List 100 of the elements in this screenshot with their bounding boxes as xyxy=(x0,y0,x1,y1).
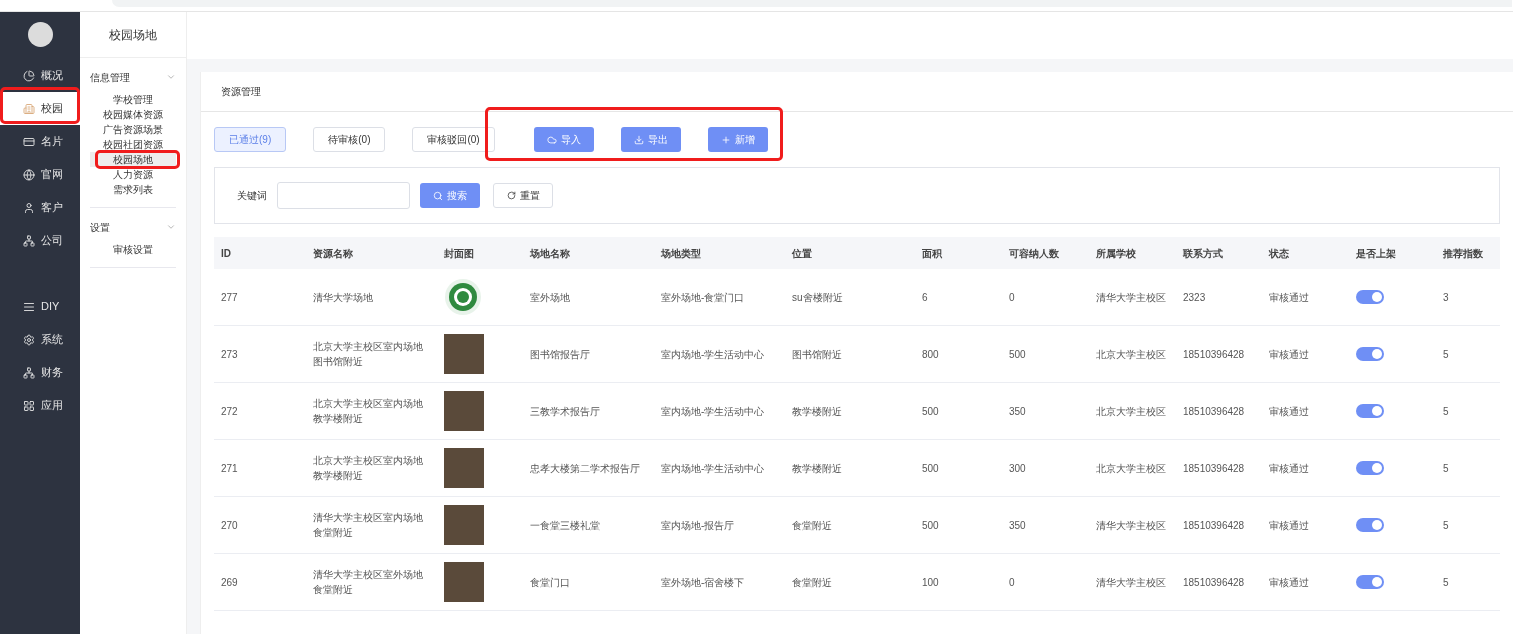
table-cell-text: 269 xyxy=(220,575,239,590)
table-cell-text: 273 xyxy=(220,347,239,362)
toggle-switch[interactable] xyxy=(1356,347,1384,361)
menu-group[interactable]: 设置 xyxy=(90,218,176,236)
toggle-switch[interactable] xyxy=(1356,404,1384,418)
panel-title: 资源管理 xyxy=(201,72,1513,112)
table-cell-text: 教学楼附近 xyxy=(791,404,843,419)
user-icon xyxy=(23,201,35,214)
nav-item[interactable]: 公司 xyxy=(0,224,80,257)
table-cell-text: 食堂门口 xyxy=(529,575,571,590)
table-cell-text: su舍楼附近 xyxy=(791,290,844,305)
table-cell-text: 图书馆报告厅 xyxy=(529,347,591,362)
table-cell-text: 图书馆附近 xyxy=(791,347,843,362)
photo-placeholder xyxy=(444,448,484,488)
table-cell-text: 忠孝大楼第二学术报告厅 xyxy=(529,461,641,476)
table-cell-text: 食堂附近 xyxy=(791,518,833,533)
table-cell-text: 277 xyxy=(220,290,239,305)
column-header: 场地名称 xyxy=(529,246,571,261)
table-cell-text: 室内场地-学生活动中心 xyxy=(660,461,766,476)
pie-chart-icon xyxy=(23,69,35,82)
globe-icon xyxy=(23,168,35,181)
refresh-icon xyxy=(506,191,516,200)
submenu-item[interactable]: 审核设置 xyxy=(90,242,176,257)
table-cell-text: 清华大学主校区 xyxy=(1095,518,1167,533)
table-cell-text: 18510396428 xyxy=(1182,347,1246,362)
status-tab[interactable]: 待审核(0) xyxy=(313,127,386,152)
nav-item[interactable]: 财务 xyxy=(0,356,80,389)
chevron-icon xyxy=(166,72,176,82)
table-cell-text: 500 xyxy=(921,518,940,533)
table-cell-text: 清华大学场地 xyxy=(312,290,374,305)
table-cell-text: 室内场地-学生活动中心 xyxy=(660,347,766,362)
column-header: 场地类型 xyxy=(660,246,702,261)
table-cell-text: 室内场地-报告厅 xyxy=(660,518,736,533)
table-cell-text: 北京大学主校区 xyxy=(1095,461,1167,476)
table-cell-text: 室外场地-食堂门口 xyxy=(660,290,746,305)
hierarchy-icon xyxy=(23,234,35,247)
reset-button[interactable]: 重置 xyxy=(493,183,553,208)
table-cell-text: 北京大学主校区 xyxy=(1095,347,1167,362)
table-cell-text: 5 xyxy=(1442,347,1450,362)
submenu-item[interactable]: 需求列表 xyxy=(90,182,176,197)
chevron-icon xyxy=(166,222,176,232)
submenu-item[interactable]: 学校管理 xyxy=(90,92,176,107)
photo-placeholder xyxy=(444,562,484,602)
nav-item[interactable]: 系统 xyxy=(0,323,80,356)
submenu-title: 校园场地 xyxy=(80,12,186,58)
hierarchy-icon xyxy=(23,366,35,379)
menu-group[interactable]: 信息管理 xyxy=(90,68,176,86)
nav-item[interactable]: 名片 xyxy=(0,125,80,158)
table-cell-text: 清华大学主校区 xyxy=(1095,290,1167,305)
building-icon xyxy=(23,102,35,115)
submenu-item[interactable]: 广告资源场景 xyxy=(90,122,176,137)
table-cell-text: 北京大学主校区 xyxy=(1095,404,1167,419)
table-cell-text: 800 xyxy=(921,347,940,362)
status-tab[interactable]: 审核驳回(0) xyxy=(412,127,495,152)
status-tab[interactable]: 已通过(9) xyxy=(214,127,287,152)
nav-item[interactable]: 客户 xyxy=(0,191,80,224)
table-cell-text: 271 xyxy=(220,461,239,476)
avatar xyxy=(27,22,53,47)
column-header: ID xyxy=(220,246,232,261)
download-icon xyxy=(633,134,644,145)
column-header: 联系方式 xyxy=(1182,246,1224,261)
table-cell-text: 5 xyxy=(1442,404,1450,419)
table-cell-text: 3 xyxy=(1442,290,1450,305)
nav-item[interactable]: DIY xyxy=(0,290,80,323)
table-cell-text: 5 xyxy=(1442,518,1450,533)
table-cell-text: 审核通过 xyxy=(1268,404,1310,419)
toggle-switch[interactable] xyxy=(1356,575,1384,589)
toggle-switch[interactable] xyxy=(1356,461,1384,475)
table-cell-text: 北京大学主校区室内场地教学楼附近 xyxy=(312,454,424,483)
keyword-field[interactable] xyxy=(277,182,410,209)
table-cell-text: 6 xyxy=(921,290,929,305)
table-cell-text: 350 xyxy=(1008,404,1027,419)
table-cell-text: 100 xyxy=(921,575,940,590)
table-cell-text: 300 xyxy=(1008,461,1027,476)
column-header: 所属学校 xyxy=(1095,246,1137,261)
column-header: 位置 xyxy=(791,246,813,261)
nav-item[interactable]: 概况 xyxy=(0,59,80,92)
nav-item[interactable]: 应用 xyxy=(0,389,80,422)
table-cell-text: 500 xyxy=(921,461,940,476)
table-cell-text: 教学楼附近 xyxy=(791,461,843,476)
column-header: 可容纳人数 xyxy=(1008,246,1060,261)
table-cell-text: 清华大学主校区室内场地食堂附近 xyxy=(312,511,424,540)
submenu-item[interactable]: 校园社团资源 xyxy=(90,137,176,152)
toggle-switch[interactable] xyxy=(1356,290,1384,304)
search-icon xyxy=(433,190,443,201)
submenu-item[interactable]: 人力资源 xyxy=(90,167,176,182)
table-cell-text: 北京大学主校区室内场地图书馆附近 xyxy=(312,340,424,369)
table-cell-text: 18510396428 xyxy=(1182,461,1246,476)
table-cell-text: 北京大学主校区室内场地教学楼附近 xyxy=(312,397,424,426)
gear-icon xyxy=(23,333,35,346)
table-cell-text: 审核通过 xyxy=(1268,461,1310,476)
card-icon xyxy=(23,135,35,148)
table-cell-text: 审核通过 xyxy=(1268,347,1310,362)
toggle-switch[interactable] xyxy=(1356,518,1384,532)
emblem-drawing xyxy=(444,278,482,316)
photo-placeholder xyxy=(444,391,484,431)
table-cell-text: 18510396428 xyxy=(1182,575,1246,590)
table-cell-text: 0 xyxy=(1008,290,1016,305)
nav-item[interactable]: 官网 xyxy=(0,158,80,191)
submenu-item[interactable]: 校园媒体资源 xyxy=(90,107,176,122)
